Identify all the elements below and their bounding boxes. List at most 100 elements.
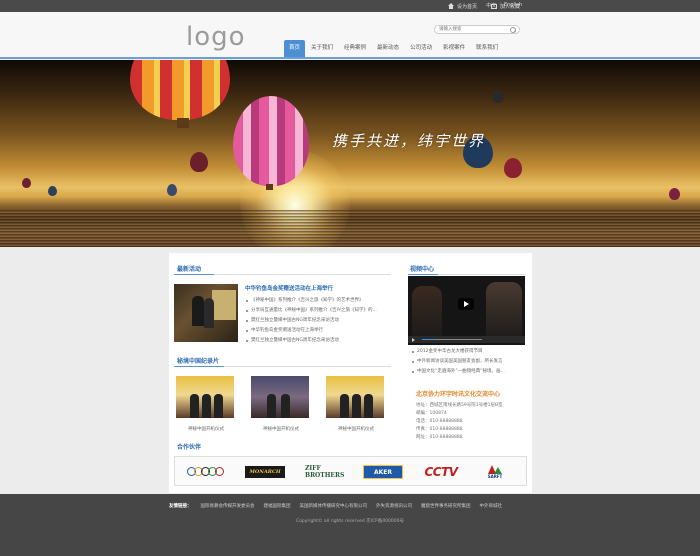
nav-home[interactable]: 首页 [284, 40, 306, 57]
organization-name: 北京协力环宇时讯文化交流中心 [416, 391, 501, 398]
lang-chinese[interactable]: 中文 [486, 2, 496, 9]
thumb-figure [267, 394, 276, 418]
news-section-title: 最新活动 [177, 266, 202, 273]
sarft-mark-icon [486, 464, 504, 474]
cctv-logo[interactable]: CCTV [419, 463, 463, 480]
lang-separator: | [499, 2, 501, 8]
photo-person [192, 296, 204, 326]
sea-horizon [0, 210, 700, 247]
monarch-logo[interactable]: MONARCH [245, 466, 285, 478]
thumb-figure [214, 394, 223, 418]
play-small-icon[interactable] [412, 337, 415, 342]
list-item[interactable]: 2012金奖中华古龙大楼获得节目 [412, 347, 530, 357]
list-item[interactable]: 中国文化“走遍海外”一曲镜经典“秘境，画... [412, 367, 530, 377]
thumb-figure [281, 394, 290, 418]
footer-link[interactable]: 中外商城社 [480, 503, 503, 509]
contact-phone: 电话：010-88888888 [416, 419, 463, 424]
hot-air-balloon-small [48, 186, 57, 196]
sarft-logo[interactable]: SARFT [481, 463, 509, 480]
video-section-title: 视频中心 [410, 266, 435, 273]
documentary-caption: 神秘中国开机仪式 [188, 427, 224, 432]
video-title-underline [408, 274, 438, 275]
contact-info: 北京协力环宇时讯文化交流中心 地址：西城区南线长路59号院1号楼1层B室 邮编：… [416, 389, 526, 442]
hot-air-balloon-small [167, 184, 177, 196]
footer-link[interactable]: 魔窟世界事务研究所集团 [421, 503, 471, 509]
friend-links-label: 友情链接： [169, 504, 192, 509]
main-nav: 首页 关于我们 经典案例 最新动态 公司活动 影视案件 联系我们 [284, 40, 504, 57]
documentary-caption: 神秘中国开机仪式 [338, 427, 374, 432]
list-item[interactable]: 樊红兰独立暨媒中国古NG周年纪念采访活动 [245, 316, 390, 326]
video-progress-bar[interactable] [422, 339, 482, 340]
search-box [434, 25, 520, 34]
thumb-figure [352, 394, 361, 418]
list-item[interactable]: 中华钓鱼岛金奖赠送活动在上海举行 [245, 326, 390, 336]
news-title-underline [174, 274, 214, 275]
balloon-basket [266, 184, 273, 190]
video-controls [408, 336, 525, 343]
olympic-rings-logo[interactable] [183, 463, 227, 480]
nav-films[interactable]: 影视案件 [438, 40, 470, 57]
nav-cases[interactable]: 经典案例 [339, 40, 371, 57]
nav-events[interactable]: 公司活动 [405, 40, 437, 57]
nav-about[interactable]: 关于我们 [306, 40, 338, 57]
photo-backdrop [212, 290, 236, 320]
language-switch: 中文 | English [486, 2, 522, 9]
site-header: logo 首页 关于我们 经典案例 最新动态 公司活动 影视案件 联系我们 [0, 12, 700, 59]
thumb-figure [364, 394, 373, 418]
documentary-card[interactable]: 神秘中国开机仪式 [326, 376, 386, 432]
video-player[interactable] [408, 276, 525, 345]
video-progress-fill [422, 339, 436, 340]
news-photo[interactable] [174, 284, 238, 342]
list-item[interactable]: 中外新闻访谈美国美国朋友会副，所长发言 [412, 357, 530, 367]
documentary-thumbnail [326, 376, 384, 418]
nav-news[interactable]: 最新动态 [372, 40, 404, 57]
list-item[interactable]: 分享局互通量比《神秘中国》系列推介《吉兴之旅《知学》的... [245, 306, 390, 316]
ziff-brothers-logo[interactable]: ZIFF BROTHERS [305, 463, 345, 480]
set-homepage-link[interactable]: 设为首页 [447, 3, 477, 10]
banner-slogan: 携手共进，纬宇世界 [332, 132, 486, 150]
partners-section-title: 合作伙伴 [177, 444, 202, 451]
sarft-text: SARFT [487, 474, 503, 479]
site-logo[interactable]: logo [186, 22, 246, 52]
search-icon[interactable] [510, 27, 516, 33]
home-icon [447, 3, 454, 9]
documentary-thumbnail [251, 376, 309, 418]
video-frame-person [412, 286, 442, 341]
documentary-section-title: 秘境中国纪录片 [177, 358, 220, 365]
hot-air-balloon-small [22, 178, 31, 188]
thumb-figure [190, 394, 199, 418]
friend-links: 友情链接： 国际易慕会传媒开发委员会 建福国际集团 美国新媒体传播研究中心有限公… [169, 503, 502, 509]
footer-link[interactable]: 美国新媒体传播研究中心有限公司 [300, 503, 368, 509]
aker-logo[interactable]: AKER [363, 465, 403, 479]
contact-fax: 传真：010-88888888 [416, 427, 463, 432]
footer-link[interactable]: 国际易慕会传媒开发委员会 [201, 503, 255, 509]
balloon-basket [177, 118, 189, 128]
site-footer: 友情链接： 国际易慕会传媒开发委员会 建福国际集团 美国新媒体传播研究中心有限公… [0, 494, 700, 556]
list-item[interactable]: 《神秘中国》系列推介《吉兴之旅《知学》的艺术世界》 [245, 296, 390, 306]
documentary-card[interactable]: 神秘中国开机仪式 [251, 376, 311, 432]
play-icon[interactable] [458, 298, 474, 310]
hero-banner: 携手共进，纬宇世界 [0, 60, 700, 247]
video-frame-person [486, 282, 522, 342]
news-headline-link[interactable]: 中华钓鱼岛金奖赠送活动在上海举行 [245, 284, 333, 292]
search-input[interactable] [435, 26, 505, 33]
partners-strip: MONARCH ZIFF BROTHERS AKER CCTV SARFT [174, 456, 527, 486]
contact-website: 网址：010-88888888 [416, 435, 463, 440]
hot-air-balloon-large [130, 60, 230, 120]
footer-link[interactable]: 外失资源视讯公司 [376, 503, 412, 509]
documentary-title-underline [174, 366, 224, 367]
news-list: 《神秘中国》系列推介《吉兴之旅《知学》的艺术世界》 分享局互通量比《神秘中国》系… [245, 296, 390, 346]
nav-contact[interactable]: 联系我们 [471, 40, 503, 57]
video-list: 2012金奖中华古龙大楼获得节目 中外新闻访谈美国美国朋友会副，所长发言 中国文… [412, 347, 530, 377]
hot-air-balloon-pink [233, 96, 309, 186]
top-bar: 设为首页 加入收藏 中文 | English [0, 0, 700, 12]
footer-link[interactable]: 建福国际集团 [264, 503, 291, 509]
lang-english[interactable]: English [504, 2, 522, 9]
ziff-brothers-text: ZIFF BROTHERS [305, 464, 345, 479]
contact-address: 地址：西城区南线长路59号院1号楼1层B室 [416, 403, 503, 408]
hot-air-balloon-small [504, 158, 522, 178]
photo-person [204, 298, 214, 328]
list-item[interactable]: 樊红兰独立暨媒中国古NG周年纪念采访活动 [245, 336, 390, 346]
contact-postcode: 邮编：100874 [416, 411, 447, 416]
documentary-card[interactable]: 神秘中国开机仪式 [176, 376, 236, 432]
